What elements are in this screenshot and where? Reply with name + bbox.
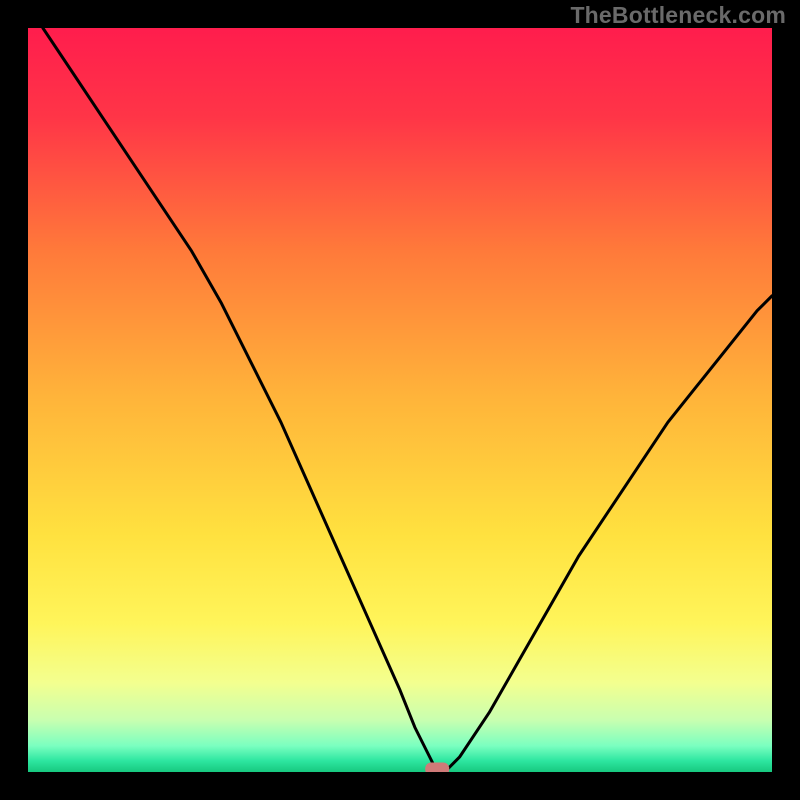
watermark-text: TheBottleneck.com <box>570 2 786 29</box>
bottleneck-chart <box>28 28 772 772</box>
chart-container: TheBottleneck.com <box>0 0 800 800</box>
plot-background <box>28 28 772 772</box>
optimal-point-marker <box>425 763 449 772</box>
